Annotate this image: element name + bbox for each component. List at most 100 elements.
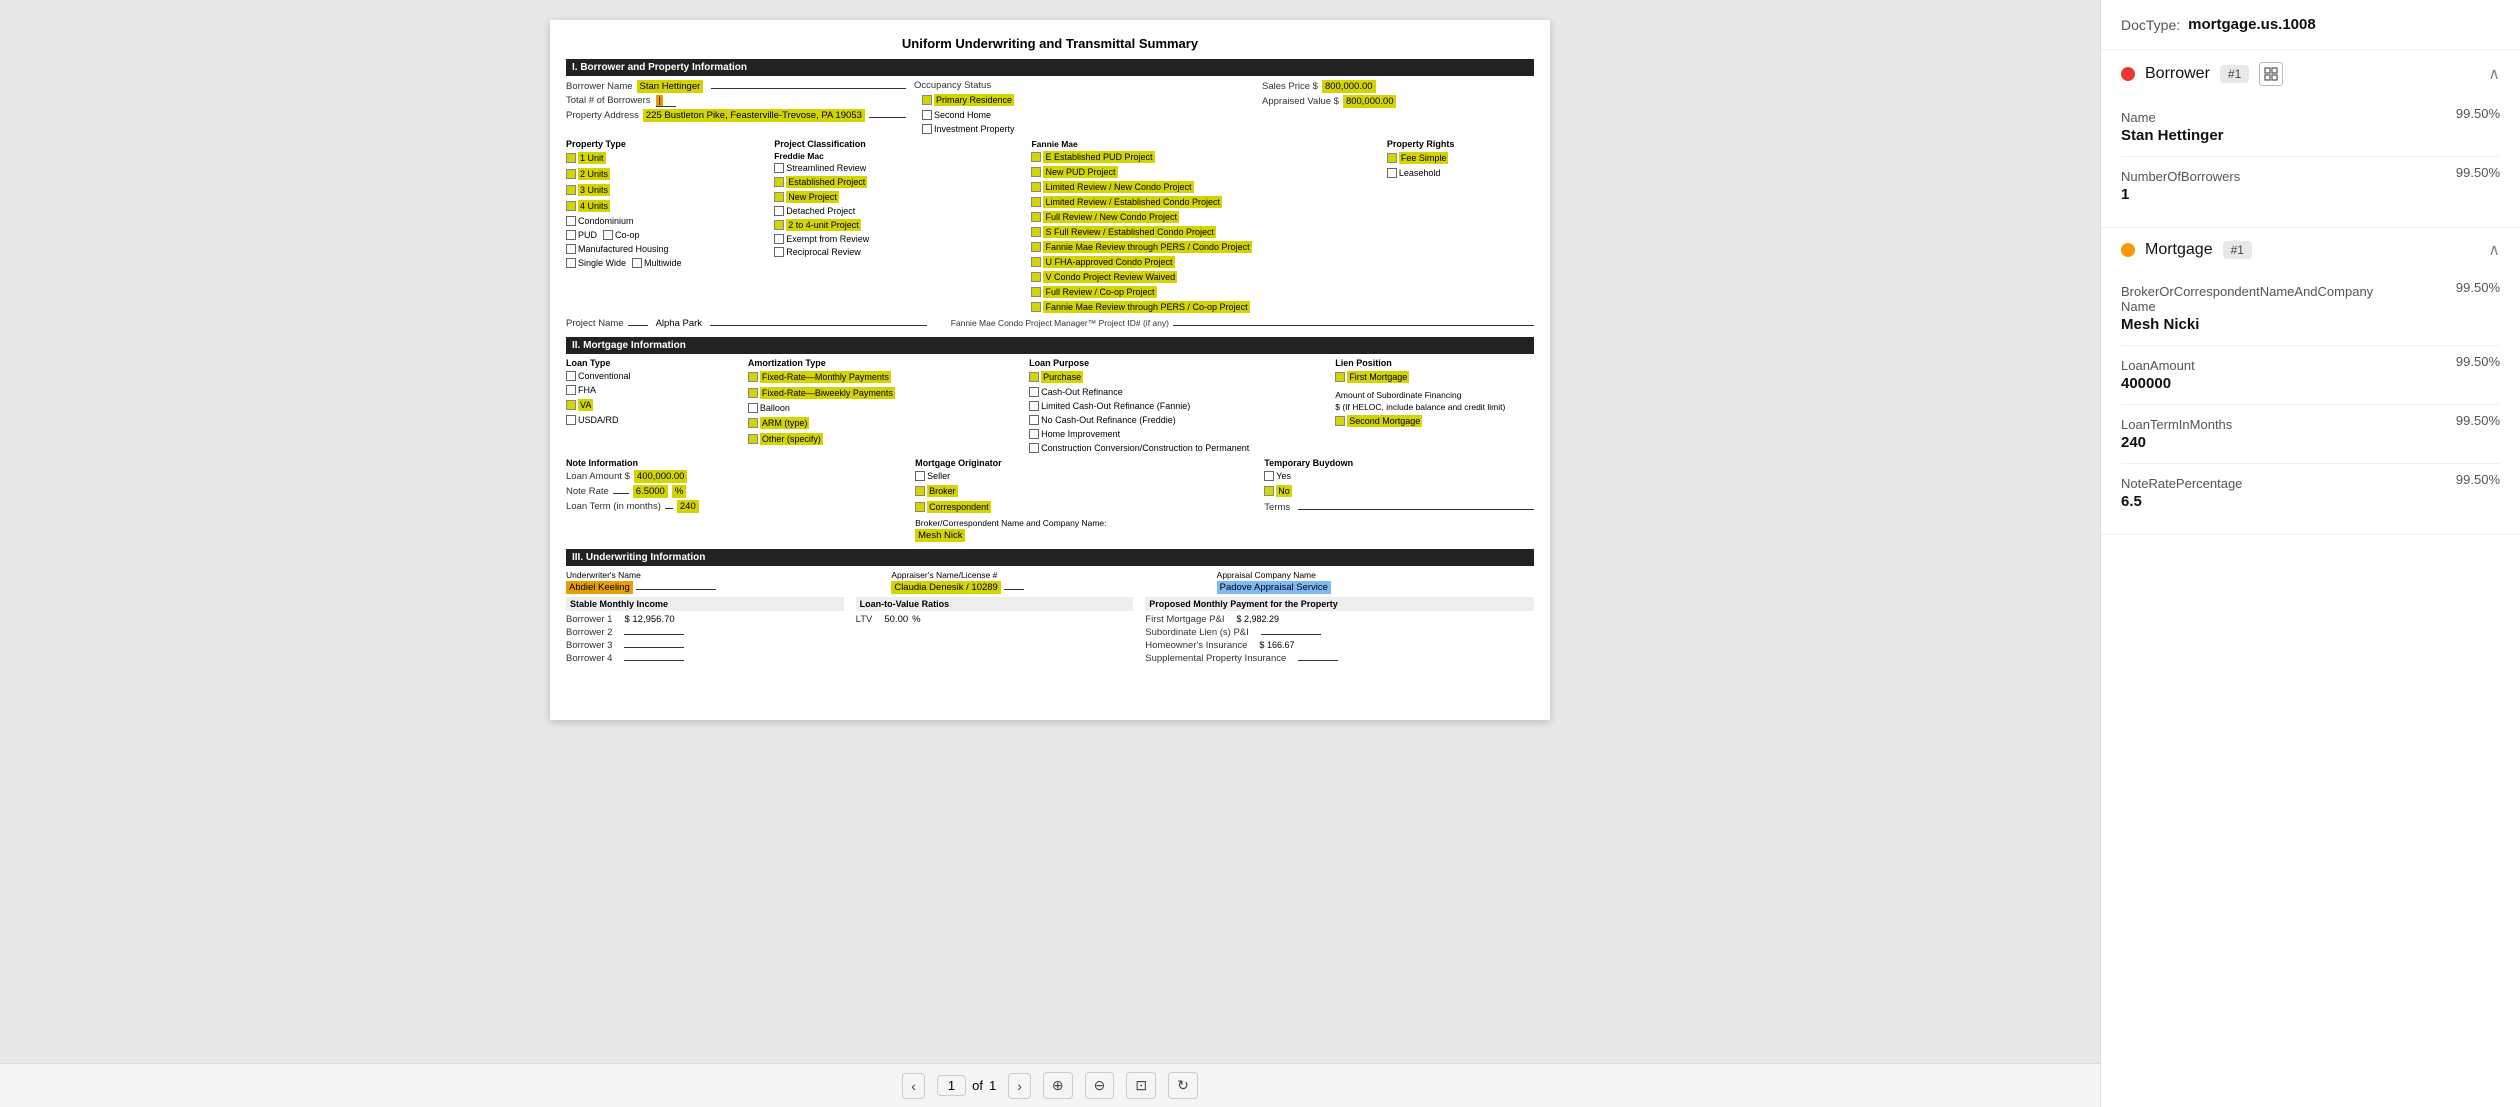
num-borrowers-field-label: NumberOfBorrowers [2121, 169, 2240, 184]
occupancy-label: Occupancy Status [914, 80, 991, 91]
project-name-row: Project Name Alpha Park Fannie Mae Condo… [566, 318, 1534, 329]
proposed-payment-header: Proposed Monthly Payment for the Propert… [1145, 597, 1534, 611]
borrower-dot [2121, 67, 2135, 81]
property-rights-label: Property Rights [1387, 139, 1534, 149]
singlewide-item: Single WideMultiwide [566, 258, 759, 268]
zoom-in-button[interactable]: ⊕ [1043, 1072, 1073, 1099]
loan-amount-field-value: 400000 [2121, 375, 2195, 392]
homeowners-value: $ 166.67 [1259, 640, 1294, 650]
investment-property-checkbox [922, 124, 932, 134]
broker-name-label: Broker/Correspondent Name and Company Na… [915, 518, 1252, 528]
borrower-entity-header[interactable]: Borrower #1 ∧ [2101, 50, 2520, 98]
broker-field-value: Mesh Nicki [2121, 316, 2373, 333]
fit-page-button[interactable]: ⊡ [1126, 1072, 1156, 1099]
broker-field-row: BrokerOrCorrespondentNameAndCompanyName … [2121, 272, 2500, 346]
loan-amount-field-group: LoanAmount 400000 [2121, 354, 2195, 396]
name-field-confidence: 99.50% [2456, 106, 2500, 121]
borrower-entity-name: Borrower [2145, 65, 2210, 83]
investment-property-text: Investment Property [934, 124, 1015, 134]
data-panel-content: Borrower #1 ∧ [2101, 50, 2520, 1107]
loan-purpose-header: Loan Purpose [1029, 358, 1327, 368]
mfg-item: Manufactured Housing [566, 244, 759, 254]
zoom-out-icon: ⊖ [1094, 1077, 1106, 1093]
freddie-mac-label: Freddie Mac [774, 151, 1019, 161]
num-borrowers-field-group: NumberOfBorrowers 1 [2121, 165, 2240, 207]
mfg-text: Manufactured Housing [578, 244, 669, 254]
note-rate-field-confidence: 99.50% [2456, 472, 2500, 487]
document-viewer: Uniform Underwriting and Transmittal Sum… [0, 0, 2100, 1107]
project-name-label: Project Name [566, 318, 624, 329]
broker-field-confidence: 99.50% [2456, 280, 2500, 295]
borrower1-value: $ 12,956.70 [624, 614, 674, 625]
borrower-fields: Name Stan Hettinger 99.50% NumberOfBorro… [2101, 98, 2520, 227]
of-label: of [972, 1078, 983, 1093]
stable-income-header: Stable Monthly Income [566, 597, 844, 611]
current-page[interactable]: 1 [937, 1075, 966, 1096]
num-borrowers-field-value: 1 [2121, 186, 2240, 203]
second-home-text: Second Home [934, 110, 991, 120]
borrower-name-label: Borrower Name [566, 81, 633, 92]
leasehold-text: Leasehold [1399, 168, 1441, 178]
put-checkbox [566, 230, 576, 240]
underwriter-value: Abdiel Keeling [566, 581, 633, 594]
property-address-row: Property Address 225 Bustleton Pike, Fea… [566, 109, 906, 122]
loan-term-value: 240 [677, 500, 699, 513]
loan-term-field-row: LoanTermInMonths 240 99.50% [2121, 405, 2500, 464]
section-iii-header: III. Underwriting Information [566, 549, 1534, 566]
3units-checkbox [566, 185, 576, 195]
total-borrowers-label: Total # of Borrowers [566, 95, 650, 106]
4units-item: 4 Units [566, 200, 759, 212]
appraised-value-value: 800,000.00 [1343, 95, 1397, 108]
mortgage-entity-section: Mortgage #1 ∧ BrokerOrCorrespondentNameA… [2101, 228, 2520, 535]
appraiser-value: Claudia Denesik / 10289 [891, 581, 1001, 594]
mortgage-entity-header[interactable]: Mortgage #1 ∧ [2101, 228, 2520, 272]
note-rate-pct: % [672, 485, 686, 498]
primary-residence-text: Primary Residence [934, 94, 1014, 106]
borrower-entity-section: Borrower #1 ∧ [2101, 50, 2520, 228]
loan-term-field-label: LoanTermInMonths [2121, 417, 2232, 432]
loan-type-header: Loan Type [566, 358, 740, 368]
broker-field-label: BrokerOrCorrespondentNameAndCompanyName [2121, 284, 2373, 314]
purchase-text: Purchase [1041, 371, 1083, 383]
prev-page-button[interactable]: ‹ [902, 1073, 925, 1099]
appraisal-company-value: Padove Appraisal Service [1217, 581, 1331, 594]
fee-simple-text: Fee Simple [1399, 152, 1449, 164]
document-title: Uniform Underwriting and Transmittal Sum… [566, 36, 1534, 51]
num-borrowers-field-confidence: 99.50% [2456, 165, 2500, 180]
zoom-in-icon: ⊕ [1052, 1077, 1064, 1093]
appraisal-company-label: Appraisal Company Name [1217, 570, 1534, 580]
conventional-text: Conventional [578, 371, 631, 381]
borrower-entity-left: Borrower #1 [2121, 62, 2283, 86]
heloc-note: $ (If HELOC, include balance and credit … [1335, 402, 1534, 412]
coop-checkbox [603, 230, 613, 240]
name-field-row: Name Stan Hettinger 99.50% [2121, 98, 2500, 157]
coop-text: Co-op [615, 230, 640, 240]
rotate-button[interactable]: ↻ [1168, 1072, 1198, 1099]
doctype-value: mortgage.us.1008 [2188, 16, 2316, 33]
borrower-badge: #1 [2220, 65, 2249, 83]
loan-amount-field-confidence: 99.50% [2456, 354, 2500, 369]
broker-name-value: Mesh Nick [915, 529, 965, 542]
4units-text: 4 Units [578, 200, 610, 212]
next-page-button[interactable]: › [1008, 1073, 1031, 1099]
usda-text: USDA/RD [578, 415, 619, 425]
4units-checkbox [566, 201, 576, 211]
appraised-value-row: Appraised Value $ 800,000.00 [1262, 95, 1534, 108]
borrower-table-icon[interactable] [2259, 62, 2283, 86]
temporary-buydown-header: Temporary Buydown [1264, 458, 1534, 468]
data-panel-header: DocType: mortgage.us.1008 [2101, 0, 2520, 50]
loan-amount-value: 400,000.00 [634, 470, 688, 483]
zoom-out-button[interactable]: ⊖ [1085, 1072, 1115, 1099]
va-text: VA [578, 399, 593, 411]
second-home-checkbox [922, 110, 932, 120]
mortgage-entity-name: Mortgage [2145, 241, 2213, 259]
property-address-value: 225 Bustleton Pike, Feasterville-Trevose… [643, 109, 865, 122]
fha-text: FHA [578, 385, 596, 395]
fannie-mae-label: Fannie Mae [1031, 139, 1374, 149]
put-item: PUDCo-op [566, 230, 759, 240]
primary-residence-checkbox [922, 95, 932, 105]
next-page-icon: › [1017, 1078, 1022, 1094]
section-i-header: I. Borrower and Property Information [566, 59, 1534, 76]
sales-price-value: 800,000.00 [1322, 80, 1376, 93]
total-pages: 1 [989, 1078, 996, 1093]
